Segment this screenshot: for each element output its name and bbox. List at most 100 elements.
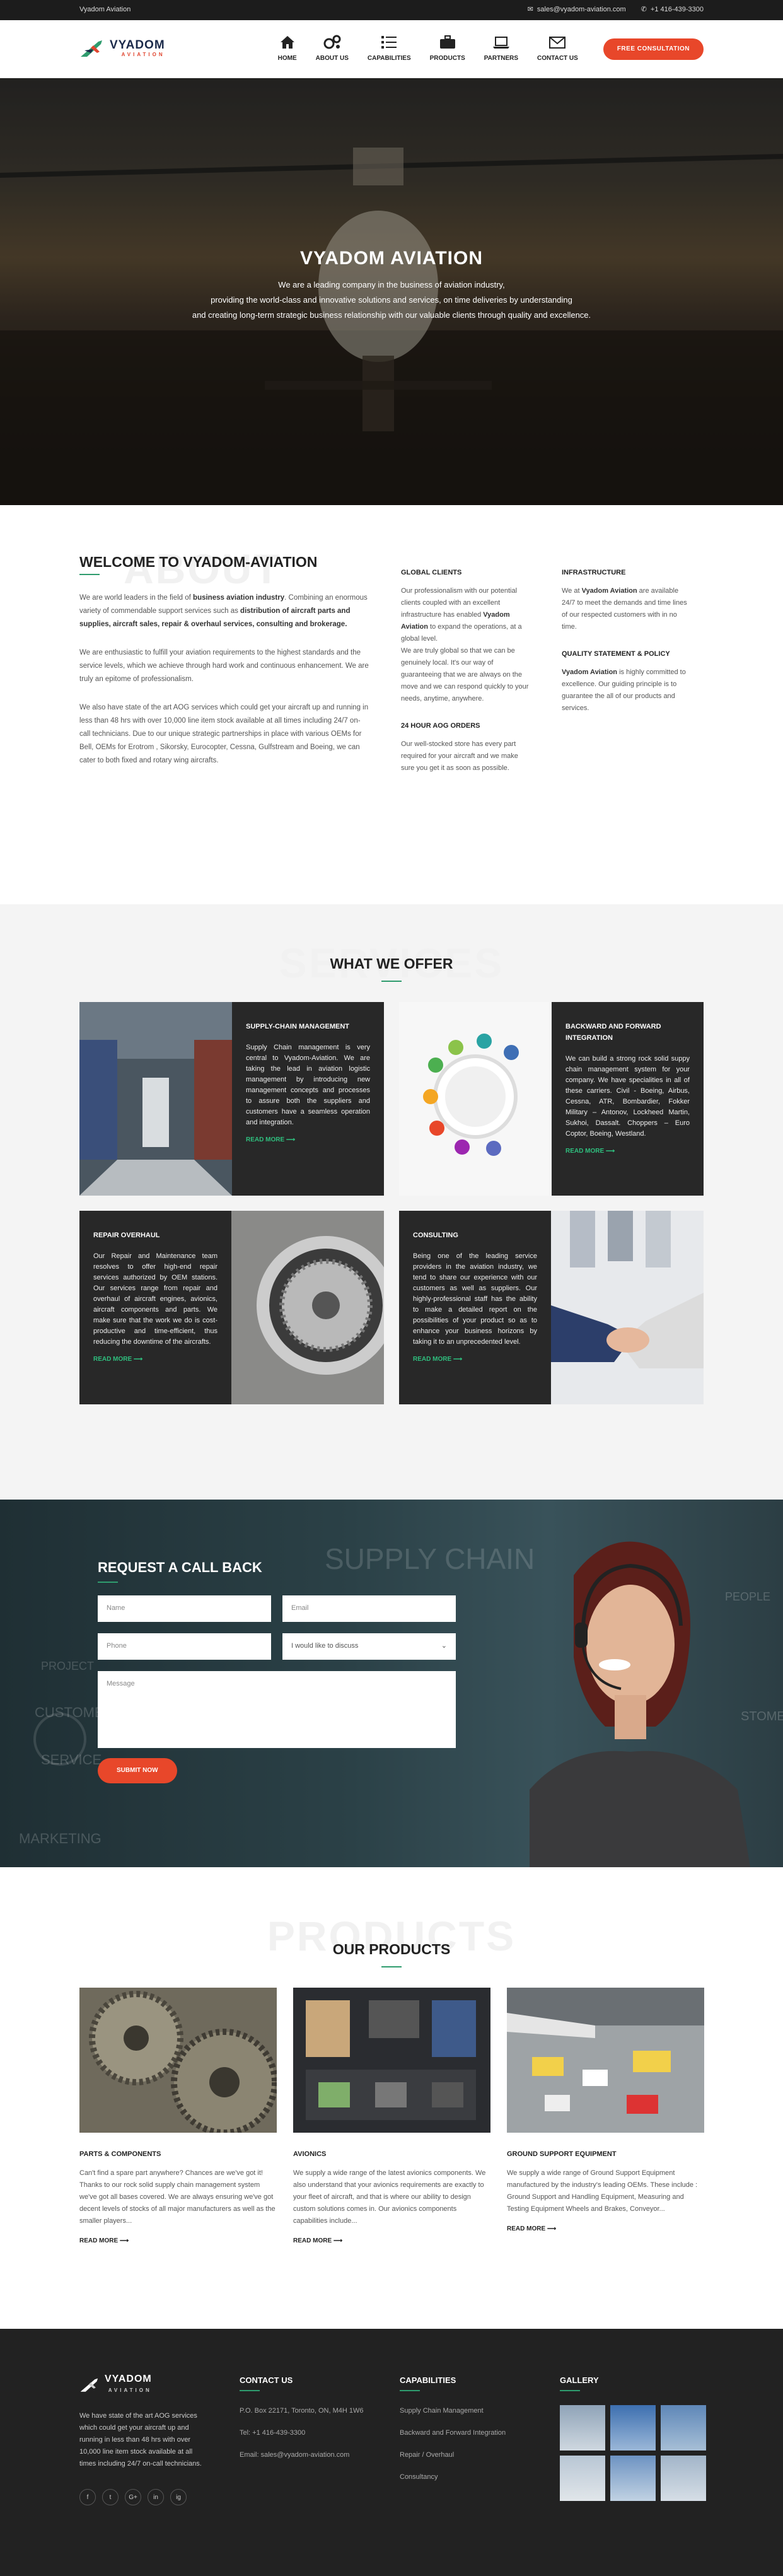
- service-card-repair: REPAIR OVERHAUL Our Repair and Maintenan…: [79, 1210, 384, 1404]
- integration-graphic: [399, 1001, 552, 1196]
- bg-word: SUPPLY CHAIN: [325, 1542, 535, 1575]
- free-consultation-button[interactable]: FREE CONSULTATION: [603, 38, 704, 60]
- footer-email[interactable]: Email: sales@vyadom-aviation.com: [240, 2449, 400, 2461]
- service-text: Our Repair and Maintenance team resolves…: [93, 1252, 218, 1346]
- title-underline: [381, 1966, 402, 1967]
- footer-logo[interactable]: VYADOM AVIATION: [79, 2374, 240, 2396]
- read-more-link[interactable]: READ MORE ⟶: [79, 2236, 129, 2246]
- read-more-link[interactable]: READ MORE ⟶: [413, 1354, 462, 1365]
- gallery-thumb[interactable]: [610, 2405, 656, 2451]
- service-text: Supply Chain management is very central …: [246, 1043, 370, 1126]
- read-more-link[interactable]: READ MORE ⟶: [93, 1354, 142, 1365]
- top-bar: Vyadom Aviation ✉ sales@vyadom-aviation.c…: [0, 0, 783, 20]
- arrow-right-icon: ⟶: [119, 2237, 129, 2245]
- facebook-icon[interactable]: f: [79, 2489, 96, 2505]
- bg-word: PEOPLE: [725, 1590, 770, 1603]
- footer-cap-link[interactable]: Repair / Overhaul: [400, 2449, 560, 2461]
- twitter-icon[interactable]: t: [102, 2489, 119, 2505]
- hero-title: VYADOM AVIATION: [299, 248, 484, 269]
- discuss-select[interactable]: I would like to discuss ⌄: [282, 1633, 456, 1660]
- footer-contact-title: CONTACT US: [240, 2375, 293, 2385]
- arrow-right-icon: ⟶: [286, 1136, 296, 1143]
- infra-title: INFRASTRUCTURE: [562, 569, 626, 576]
- footer-cap-link[interactable]: Consultancy: [400, 2471, 560, 2483]
- nav-home[interactable]: HOME: [278, 35, 297, 64]
- service-title: REPAIR OVERHAUL: [93, 1231, 160, 1239]
- title-underline: [98, 1582, 118, 1583]
- footer-cap-link[interactable]: Backward and Forward Integration: [400, 2427, 560, 2439]
- linkedin-icon[interactable]: in: [148, 2489, 164, 2505]
- email-input[interactable]: Email: [282, 1595, 456, 1622]
- title-underline: [400, 2390, 420, 2391]
- footer-cap-link[interactable]: Supply Chain Management: [400, 2405, 560, 2417]
- message-textarea[interactable]: Message: [98, 1671, 456, 1748]
- product-title: PARTS & COMPONENTS: [79, 2150, 161, 2158]
- service-card-integration: BACKWARD AND FORWARD INTEGRATION We can …: [399, 1001, 704, 1196]
- col-infra: INFRASTRUCTURE We at Vyadom Aviation are…: [562, 556, 691, 790]
- google-plus-icon[interactable]: G+: [125, 2489, 141, 2505]
- footer-tel[interactable]: Tel: +1 416-439-3300: [240, 2427, 400, 2439]
- nav-products[interactable]: PRODUCTS: [430, 35, 465, 64]
- welcome-p3: We also have state of the art AOG servic…: [79, 704, 369, 764]
- quality-title: QUALITY STATEMENT & POLICY: [562, 650, 670, 658]
- service-title: BACKWARD AND FORWARD INTEGRATION: [566, 1022, 661, 1042]
- title-underline: [560, 2390, 580, 2391]
- title-underline: [79, 574, 100, 575]
- top-email[interactable]: ✉ sales@vyadom-aviation.com: [528, 4, 626, 16]
- product-card-parts: PARTS & COMPONENTS Can't find a spare pa…: [79, 1987, 277, 2247]
- read-more-link[interactable]: READ MORE ⟶: [246, 1134, 295, 1145]
- envelope-icon: ✉: [527, 6, 533, 14]
- welcome-title: WELCOME TO VYADOM-AVIATION: [79, 554, 318, 570]
- hero-content: VYADOM AVIATION We are a leading company…: [0, 243, 783, 323]
- gallery-thumb[interactable]: [560, 2405, 605, 2451]
- service-card-consulting: CONSULTING Being one of the leading serv…: [399, 1210, 704, 1404]
- logo[interactable]: VYADOM AVIATION: [79, 38, 165, 61]
- gallery-thumb[interactable]: [560, 2456, 605, 2501]
- product-title: GROUND SUPPORT EQUIPMENT: [507, 2150, 617, 2158]
- engine-image: [231, 1210, 384, 1404]
- nav-about[interactable]: ABOUT US: [316, 35, 349, 64]
- nav-capabilities[interactable]: CAPABILITIES: [368, 35, 411, 64]
- gears-icon: [323, 35, 341, 49]
- services-title: WHAT WE OFFER: [330, 955, 453, 972]
- instagram-icon[interactable]: ig: [170, 2489, 187, 2505]
- name-input[interactable]: Name: [98, 1595, 271, 1622]
- bg-word: STOME: [741, 1710, 783, 1723]
- read-more-link[interactable]: READ MORE ⟶: [507, 2224, 556, 2234]
- nav-contact[interactable]: CONTACT US: [537, 35, 578, 64]
- social-links: f t G+ in ig: [79, 2489, 240, 2505]
- main-nav: VYADOM AVIATION HOME ABOUT US CAPABILITI…: [0, 20, 783, 78]
- product-text: We supply a wide range of Ground Support…: [507, 2169, 698, 2213]
- footer-gallery-title: GALLERY: [560, 2375, 599, 2385]
- home-icon: [280, 36, 294, 49]
- parts-image: [79, 1987, 277, 2133]
- products-title: OUR PRODUCTS: [332, 1941, 451, 1957]
- gallery-thumb[interactable]: [610, 2456, 656, 2501]
- col-global: GLOBAL CLIENTS Our professionalism with …: [401, 556, 530, 790]
- read-more-link[interactable]: READ MORE ⟶: [566, 1146, 615, 1157]
- warehouse-image: [79, 1001, 232, 1196]
- nav-partners[interactable]: PARTNERS: [484, 35, 518, 64]
- infra-text: We at Vyadom Aviation are available 24/7…: [562, 587, 687, 631]
- operator-photo: [530, 1541, 750, 1867]
- read-more-link[interactable]: READ MORE ⟶: [293, 2236, 342, 2246]
- top-phone[interactable]: ✆ +1 416-439-3300: [641, 4, 704, 16]
- product-card-ground-support: GROUND SUPPORT EQUIPMENT We supply a wid…: [507, 1987, 704, 2247]
- footer-about: VYADOM AVIATION We have state of the art …: [79, 2374, 240, 2505]
- submit-button[interactable]: SUBMIT NOW: [98, 1758, 177, 1783]
- footer: VYADOM AVIATION We have state of the art …: [0, 2329, 783, 2576]
- product-text: Can't find a spare part anywhere? Chance…: [79, 2169, 276, 2225]
- top-brand: Vyadom Aviation: [79, 6, 131, 14]
- services-section: SERVICES WHAT WE OFFER SUPPLY-CHAIN MANA…: [0, 904, 783, 1500]
- quality-text: Vyadom Aviation is highly committed to e…: [562, 668, 686, 712]
- gallery-grid: [560, 2405, 706, 2501]
- product-text: We supply a wide range of the latest avi…: [293, 2169, 486, 2225]
- bg-word: MARKETING: [19, 1831, 102, 1846]
- gallery-thumb[interactable]: [661, 2456, 706, 2501]
- phone-input[interactable]: Phone: [98, 1633, 271, 1660]
- gallery-thumb[interactable]: [661, 2405, 706, 2451]
- products-section: PRODUCTS OUR PRODUCTS PARTS & COMPONENTS…: [0, 1867, 783, 2329]
- arrow-right-icon: ⟶: [547, 2225, 557, 2233]
- hero-banner: VYADOM AVIATION We are a leading company…: [0, 78, 783, 505]
- footer-contact: CONTACT US P.O. Box 22171, Toronto, ON, …: [240, 2374, 400, 2505]
